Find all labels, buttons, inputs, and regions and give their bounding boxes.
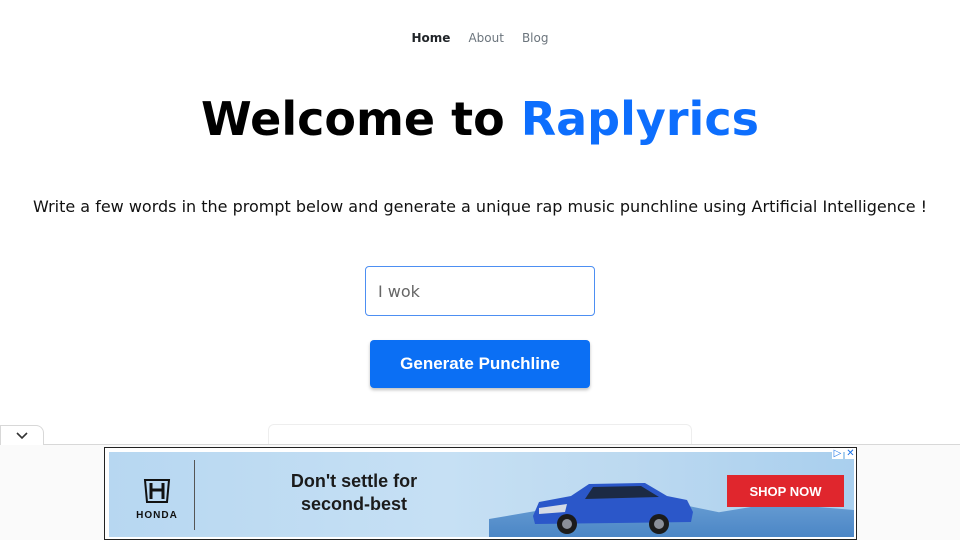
title-brand: Raplyrics [520, 92, 759, 146]
ad-headline-line1: Don't settle for [290, 471, 418, 491]
top-nav: Home About Blog [0, 31, 960, 45]
nav-home-link[interactable]: Home [412, 31, 451, 45]
ad-background: HONDA Don't settle for second-best SHOP … [109, 452, 854, 537]
ad-headline-line2: second-best [300, 494, 408, 514]
ad-choices: ▷ ✕ [832, 448, 856, 459]
generate-punchline-button[interactable]: Generate Punchline [370, 340, 590, 388]
ad-banner[interactable]: HONDA Don't settle for second-best SHOP … [104, 447, 857, 540]
page-subtitle: Write a few words in the prompt below an… [32, 197, 928, 216]
close-icon[interactable]: ✕ [845, 448, 856, 459]
ad-collapse-toggle[interactable] [0, 425, 44, 445]
car-image [533, 483, 693, 534]
nav-about-link[interactable]: About [468, 31, 503, 45]
ad-divider [194, 460, 195, 530]
adchoices-icon[interactable]: ▷ [832, 448, 843, 459]
ad-headline: Don't settle for second-best [259, 470, 449, 516]
honda-wordmark: HONDA [136, 510, 178, 521]
page-title: Welcome to Raplyrics [0, 92, 960, 146]
honda-logo: HONDA [127, 478, 187, 521]
title-prefix: Welcome to [201, 92, 521, 146]
chevron-down-icon [16, 431, 28, 439]
honda-h-icon [143, 479, 171, 503]
nav-blog-link[interactable]: Blog [522, 31, 549, 45]
prompt-input[interactable] [365, 266, 595, 316]
shop-now-button[interactable]: SHOP NOW [727, 475, 844, 507]
